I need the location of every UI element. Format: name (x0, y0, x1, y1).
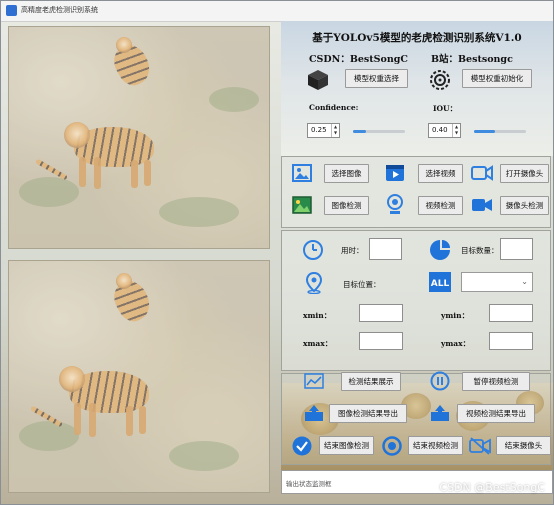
select-image-button[interactable]: 选择图像 (324, 164, 369, 183)
webcam-icon (384, 193, 406, 217)
check-circle-icon (291, 435, 313, 457)
confidence-label: Confidence: (309, 103, 359, 112)
xmin-field[interactable] (359, 304, 403, 322)
gear-icon (427, 67, 453, 93)
title-bar: 高精度老虎检测识别系统 (1, 1, 553, 22)
status-placeholder: 输出状态监测框 (286, 480, 332, 488)
position-label: 目标位置： (343, 280, 381, 289)
app-title: 基于YOLOv5模型的老虎检测识别系统V1.0 (312, 32, 522, 44)
window-title: 高精度老虎检测识别系统 (21, 6, 98, 14)
cube-icon (305, 67, 331, 93)
svg-text:ALL: ALL (431, 279, 450, 289)
camera-off-icon (468, 435, 492, 457)
result-image-panel (8, 260, 270, 493)
image-icon (291, 162, 313, 184)
end-video-button[interactable]: 结束视频检测 (408, 436, 463, 455)
ymin-label: ymin： (441, 311, 470, 320)
xmax-label: xmax： (303, 339, 333, 348)
video-camera-icon (470, 195, 494, 215)
end-camera-button[interactable]: 结束摄像头 (496, 436, 551, 455)
model-select-button[interactable]: 模型权重选择 (345, 69, 408, 88)
count-field[interactable] (500, 238, 533, 260)
iou-value: 0.40 (432, 126, 448, 134)
iou-slider[interactable] (474, 130, 526, 133)
xmax-field[interactable] (359, 332, 403, 350)
pie-chart-icon (428, 238, 452, 262)
export-video-button[interactable]: 视频检测结果导出 (457, 404, 535, 423)
spin-arrows-icon[interactable]: ▲ ▼ (452, 124, 460, 137)
csdn-label: CSDN：BestSongC (309, 54, 408, 65)
export-image-button[interactable]: 图像检测结果导出 (329, 404, 407, 423)
app-icon (6, 5, 17, 16)
original-image-panel (8, 26, 270, 249)
export-icon (429, 403, 451, 423)
confidence-value: 0.25 (311, 126, 327, 134)
timer-icon (301, 238, 325, 262)
export-icon (303, 403, 325, 423)
count-label: 目标数量： (461, 246, 499, 255)
iou-label: IOU： (433, 104, 458, 113)
detect-camera-button[interactable]: 摄像头检测 (500, 196, 549, 215)
bilibili-label: B站：Bestsongc (431, 54, 513, 65)
camera-icon (470, 162, 494, 184)
ymax-label: ymax： (441, 339, 471, 348)
xmin-label: xmin： (303, 311, 332, 320)
pause-icon (429, 370, 451, 392)
stop-circle-icon (381, 435, 403, 457)
target-select[interactable]: ⌄ (461, 272, 533, 292)
time-field[interactable] (369, 238, 402, 260)
spin-arrows-icon[interactable]: ▲ ▼ (331, 124, 339, 137)
end-image-button[interactable]: 结束图像检测 (319, 436, 374, 455)
time-label: 用时： (341, 246, 364, 255)
select-video-button[interactable]: 选择视频 (418, 164, 463, 183)
chevron-down-icon[interactable]: ⌄ (521, 277, 528, 286)
open-camera-button[interactable]: 打开摄像头 (500, 164, 549, 183)
show-results-button[interactable]: 检测结果展示 (341, 372, 401, 391)
all-icon: ALL (428, 271, 452, 293)
iou-spinbox[interactable]: 0.40 ▲ ▼ (428, 123, 461, 138)
confidence-slider[interactable] (353, 130, 405, 133)
ymax-field[interactable] (489, 332, 533, 350)
app-window: 高精度老虎检测识别系统 基于YOLOv5模型的老虎检测识别系统V1.0 CSDN… (0, 0, 554, 505)
watermark: CSDN @BestSongC (439, 481, 545, 494)
confidence-spinbox[interactable]: 0.25 ▲ ▼ (307, 123, 340, 138)
line-chart-icon (303, 371, 325, 391)
detect-image-button[interactable]: 图像检测 (324, 196, 369, 215)
image-detect-icon (291, 194, 313, 216)
ymin-field[interactable] (489, 304, 533, 322)
detect-video-button[interactable]: 视频检测 (418, 196, 463, 215)
pause-video-button[interactable]: 暂停视频检测 (462, 372, 530, 391)
video-icon (384, 162, 406, 184)
control-panel: 基于YOLOv5模型的老虎检测识别系统V1.0 CSDN：BestSongC B… (281, 21, 553, 504)
location-pin-icon (303, 271, 325, 295)
model-init-button[interactable]: 模型权重初始化 (462, 69, 532, 88)
